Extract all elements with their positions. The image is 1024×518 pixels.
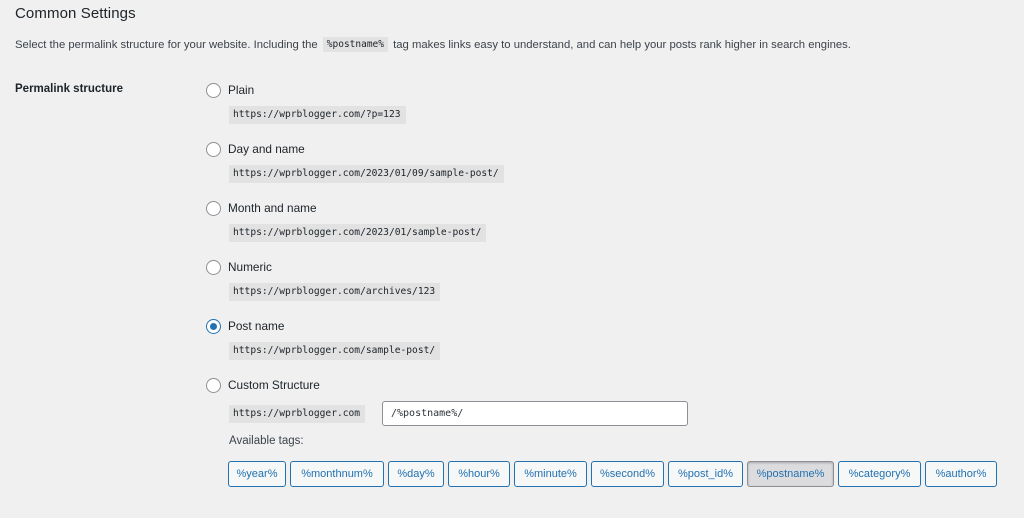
intro-text-after: tag makes links easy to understand, and … xyxy=(393,39,851,51)
available-tags-label: Available tags: xyxy=(229,435,304,447)
example-numeric: https://wprblogger.com/archives/123 xyxy=(229,283,441,301)
tag-category-button[interactable]: %category% xyxy=(838,461,921,487)
intro-text: Select the permalink structure for your … xyxy=(15,37,851,52)
tag-year-button[interactable]: %year% xyxy=(228,461,286,487)
radio-day-and-name[interactable] xyxy=(206,142,221,157)
option-numeric-label[interactable]: Numeric xyxy=(228,260,272,274)
example-day-and-name: https://wprblogger.com/2023/01/09/sample… xyxy=(229,165,504,183)
radio-month-and-name[interactable] xyxy=(206,201,221,216)
tag-second-button[interactable]: %second% xyxy=(591,461,664,487)
intro-text-before: Select the permalink structure for your … xyxy=(15,39,318,51)
permalink-structure-label: Permalink structure xyxy=(15,83,124,95)
option-day-and-name-label[interactable]: Day and name xyxy=(228,142,305,156)
option-custom-structure-label[interactable]: Custom Structure xyxy=(228,378,320,392)
tag-post-id-button[interactable]: %post_id% xyxy=(668,461,743,487)
radio-custom-structure[interactable] xyxy=(206,378,221,393)
tag-day-button[interactable]: %day% xyxy=(388,461,444,487)
custom-structure-base-url: https://wprblogger.com xyxy=(229,405,366,423)
tag-postname-button[interactable]: %postname% xyxy=(747,461,834,487)
radio-numeric[interactable] xyxy=(206,260,221,275)
intro-code-tag: %postname% xyxy=(322,37,388,52)
example-plain: https://wprblogger.com/?p=123 xyxy=(229,106,406,124)
radio-plain[interactable] xyxy=(206,83,221,98)
example-post-name: https://wprblogger.com/sample-post/ xyxy=(229,342,441,360)
example-month-and-name: https://wprblogger.com/2023/01/sample-po… xyxy=(229,224,487,242)
tag-author-button[interactable]: %author% xyxy=(925,461,997,487)
tag-monthnum-button[interactable]: %monthnum% xyxy=(290,461,384,487)
permalink-settings-page: Common Settings Select the permalink str… xyxy=(0,0,1024,518)
tag-hour-button[interactable]: %hour% xyxy=(448,461,510,487)
section-title: Common Settings xyxy=(15,5,136,22)
option-post-name-label[interactable]: Post name xyxy=(228,319,284,333)
custom-structure-input[interactable] xyxy=(382,401,688,426)
tag-minute-button[interactable]: %minute% xyxy=(514,461,587,487)
option-month-and-name-label[interactable]: Month and name xyxy=(228,201,317,215)
radio-post-name[interactable] xyxy=(206,319,221,334)
option-plain-label[interactable]: Plain xyxy=(228,83,254,97)
